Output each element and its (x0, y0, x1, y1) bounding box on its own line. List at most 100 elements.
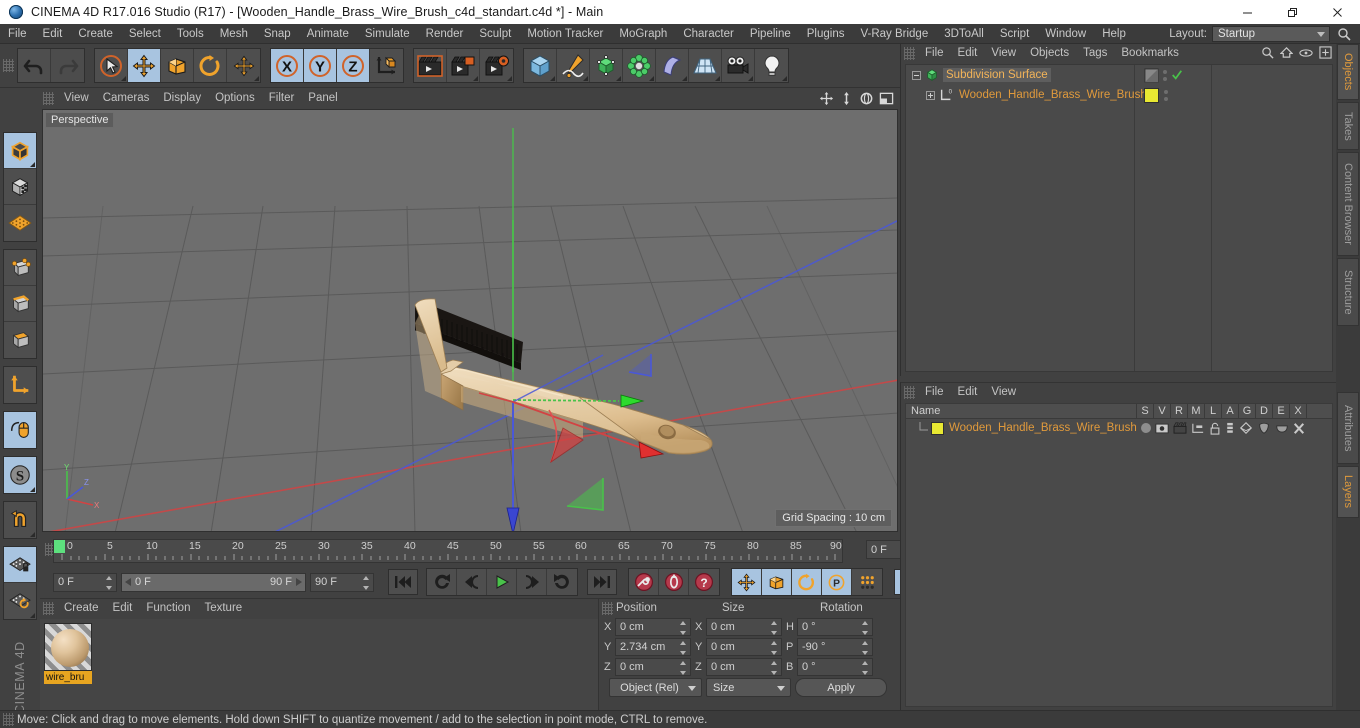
scale-tool[interactable] (161, 49, 194, 82)
menu-create[interactable]: Create (70, 24, 121, 44)
search-icon[interactable] (1337, 27, 1351, 41)
add-spline-button[interactable] (557, 49, 590, 82)
add-floor-button[interactable] (689, 49, 722, 82)
autokeying-button[interactable] (659, 569, 689, 595)
layer-manager-grip[interactable] (904, 385, 915, 399)
render-flag-icon[interactable] (1173, 422, 1187, 434)
rotate-tool[interactable] (194, 49, 227, 82)
menu-character[interactable]: Character (675, 24, 742, 44)
coordinates-grip[interactable] (602, 601, 613, 615)
menu-window[interactable]: Window (1037, 24, 1094, 44)
position-z-field[interactable]: 0 cm (615, 657, 691, 676)
transform-tool[interactable] (227, 49, 260, 82)
material-menu-texture[interactable]: Texture (197, 599, 249, 617)
param-key-button[interactable]: P (822, 569, 852, 595)
viewport-grip[interactable] (43, 91, 54, 105)
material-item[interactable] (44, 623, 92, 671)
spinner-icon[interactable] (862, 640, 869, 655)
layer-column-a[interactable]: A (1221, 403, 1238, 419)
object-menu-file[interactable]: File (918, 44, 951, 62)
current-frame-field[interactable]: 0 F (53, 572, 117, 592)
layer-column-l[interactable]: L (1204, 403, 1221, 419)
menu-render[interactable]: Render (418, 24, 472, 44)
enable-axis-modification-button[interactable] (4, 412, 36, 448)
record-active-objects-button[interactable] (629, 569, 659, 595)
layer-color-swatch[interactable] (931, 421, 944, 435)
undo-button[interactable] (18, 49, 51, 82)
add-generator-button[interactable] (590, 49, 623, 82)
position-x-field[interactable]: 0 cm (615, 617, 691, 636)
step-back-button[interactable] (457, 569, 487, 595)
layer-menu-file[interactable]: File (918, 383, 951, 401)
view-flag-icon[interactable] (1155, 423, 1169, 434)
texture-mode-button[interactable] (4, 169, 36, 205)
visibility-dots-icon[interactable] (1164, 89, 1168, 101)
go-to-start-button[interactable] (388, 569, 418, 595)
soft-selection-button[interactable]: S (4, 457, 36, 493)
step-forward-button[interactable] (517, 569, 547, 595)
size-x-field[interactable]: 0 cm (706, 617, 782, 636)
menu-edit[interactable]: Edit (35, 24, 71, 44)
redo-button[interactable] (51, 49, 84, 82)
lock-z-axis-button[interactable]: Z (337, 49, 370, 82)
solo-flag-icon[interactable] (1141, 423, 1151, 433)
object-name-container[interactable]: Wooden_Handle_Brass_Wire_Brush (956, 88, 1150, 102)
spinner-icon[interactable] (680, 620, 687, 635)
status-bar-grip[interactable] (3, 713, 14, 726)
points-mode-button[interactable] (4, 250, 36, 286)
layer-column-s[interactable]: S (1136, 403, 1153, 419)
layer-menu-edit[interactable]: Edit (951, 383, 985, 401)
play-backwards-loop-button[interactable] (427, 569, 457, 595)
render-to-picture-viewer-button[interactable] (447, 49, 480, 82)
menu-file[interactable]: File (0, 24, 35, 44)
search-icon[interactable] (1261, 46, 1274, 62)
layout-select[interactable]: Startup (1212, 25, 1330, 42)
point-level-animation-button[interactable] (852, 569, 882, 595)
render-settings-button[interactable] (480, 49, 513, 82)
object-visibility-dots[interactable] (1144, 67, 1183, 83)
play-forward-loop-button[interactable] (547, 569, 577, 595)
object-axis-mode-button[interactable] (4, 367, 36, 403)
object-row-wooden-handle-brass-wire-brush[interactable]: 0 Wooden_Handle_Brass_Wire_Brush (906, 85, 1332, 105)
viewport-menu-options[interactable]: Options (208, 92, 262, 104)
material-manager-grip[interactable] (43, 601, 54, 615)
apply-button[interactable]: Apply (795, 678, 887, 697)
layer-column-x[interactable]: X (1289, 403, 1306, 419)
add-light-button[interactable] (755, 49, 788, 82)
expander-icon[interactable] (912, 70, 921, 80)
play-button[interactable] (487, 569, 517, 595)
material-menu-edit[interactable]: Edit (106, 599, 140, 617)
range-left-handle-icon[interactable] (125, 578, 132, 586)
snap-magnet-button[interactable] (4, 502, 36, 538)
menu-help[interactable]: Help (1094, 24, 1134, 44)
object-menu-objects[interactable]: Objects (1023, 44, 1076, 62)
menu-3dtoall[interactable]: 3DToAll (936, 24, 992, 44)
object-menu-view[interactable]: View (984, 44, 1023, 62)
go-to-end-button[interactable] (587, 569, 617, 595)
material-tag-icon[interactable] (1144, 87, 1159, 103)
object-name-container[interactable]: Subdivision Surface (943, 68, 1051, 82)
layer-column-v[interactable]: V (1153, 403, 1170, 419)
object-menu-tags[interactable]: Tags (1076, 44, 1114, 62)
size-z-field[interactable]: 0 cm (706, 657, 782, 676)
add-camera-button[interactable] (722, 49, 755, 82)
animation-flag-icon[interactable] (1225, 422, 1235, 435)
move-tool[interactable] (128, 49, 161, 82)
xpresso-flag-icon[interactable] (1293, 422, 1305, 435)
viewport-menu-view[interactable]: View (57, 92, 96, 104)
position-y-field[interactable]: 2.734 cm (615, 637, 691, 656)
render-view-button[interactable] (414, 49, 447, 82)
timeline-ruler[interactable]: 0 5 10 15 20 25 30 35 40 45 50 55 60 65 … (53, 539, 843, 563)
rotation-b-field[interactable]: 0 ° (797, 657, 873, 676)
tab-layers[interactable]: Layers (1337, 466, 1359, 518)
material-menu-function[interactable]: Function (139, 599, 197, 617)
add-mograph-button[interactable] (623, 49, 656, 82)
workplane-to-selection-button[interactable] (4, 583, 36, 619)
rotation-h-field[interactable]: 0 ° (797, 617, 873, 636)
perspective-viewport[interactable]: Perspective Grid Spacing : 10 cm Y Z X (42, 109, 898, 532)
add-cube-button[interactable] (524, 49, 557, 82)
tab-content-browser[interactable]: Content Browser (1337, 152, 1359, 256)
preview-range-bar[interactable]: 0 F 90 F (121, 572, 306, 592)
display-tag-icon[interactable] (1144, 67, 1159, 83)
menu-select[interactable]: Select (121, 24, 169, 44)
